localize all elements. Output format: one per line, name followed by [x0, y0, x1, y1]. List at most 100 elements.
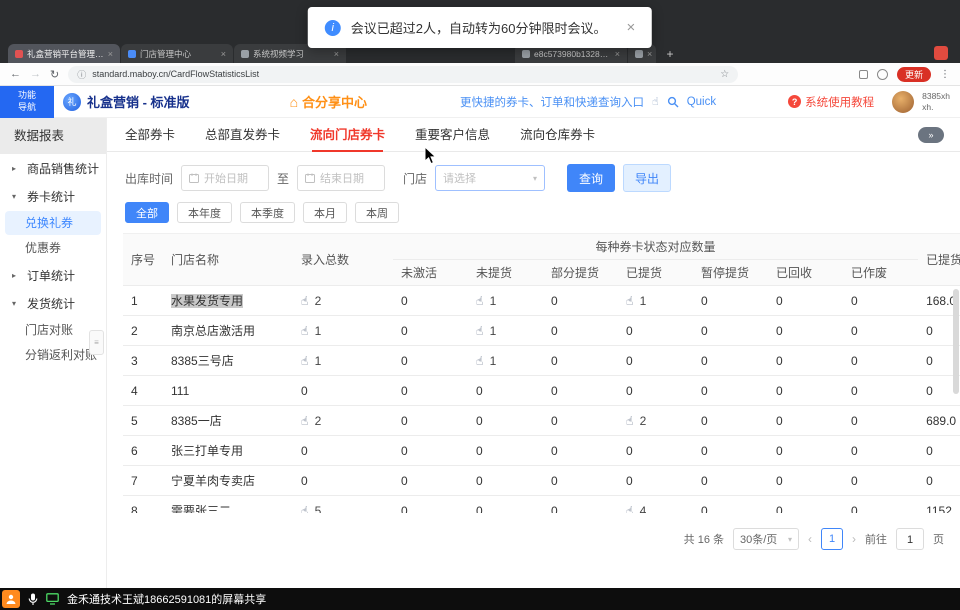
- hand-count-link[interactable]: ☝ 1: [476, 354, 496, 368]
- hand-count-link[interactable]: ☝ 1: [476, 294, 496, 308]
- end-date-input[interactable]: 结束日期: [297, 165, 385, 191]
- tab-close-icon[interactable]: ×: [647, 49, 652, 59]
- main-tabs: 全部券卡总部直发券卡流向门店券卡重要客户信息流向仓库券卡: [107, 118, 960, 152]
- store-select[interactable]: 请选择 ▾: [435, 165, 545, 191]
- toast-message: 会议已超过2人，自动转为60分钟限时会议。: [351, 18, 607, 37]
- quick-filter[interactable]: 本月: [303, 202, 347, 223]
- new-tab-button[interactable]: +: [661, 45, 679, 63]
- tab-close-icon[interactable]: ×: [615, 49, 620, 59]
- sidebar-group[interactable]: ▸订单统计: [0, 261, 106, 289]
- browser-avatar-icon[interactable]: [877, 69, 888, 80]
- quick-filter[interactable]: 本季度: [240, 202, 295, 223]
- function-nav-button[interactable]: 功能 导航: [0, 86, 54, 118]
- sidebar-group[interactable]: ▾券卡统计: [0, 182, 106, 210]
- info-icon: i: [325, 20, 341, 36]
- end-date-placeholder: 结束日期: [320, 170, 364, 186]
- sidebar-item[interactable]: 兑换礼券: [5, 211, 101, 235]
- browser-tab[interactable]: 门店管理中心×: [121, 44, 233, 63]
- sidebar-resize-handle[interactable]: ≡: [89, 330, 104, 355]
- search-icon[interactable]: [667, 96, 679, 108]
- hand-count-link[interactable]: ☝ 2: [301, 414, 321, 428]
- start-date-input[interactable]: 开始日期: [181, 165, 269, 191]
- user-avatar[interactable]: [892, 91, 914, 113]
- hand-count-link[interactable]: ☝ 5: [301, 504, 321, 514]
- browser-tab[interactable]: 礼盒营销平台管理中心×: [8, 44, 120, 63]
- main-tab[interactable]: 流向门店券卡: [310, 118, 385, 152]
- store-name-text: 宁夏羊肉专卖店: [171, 474, 255, 488]
- forward-icon[interactable]: →: [30, 68, 41, 80]
- page-size-value: 30条/页: [740, 531, 777, 547]
- hand-count-link[interactable]: ☝ 4: [626, 504, 646, 514]
- cell-total: ☝ 1: [293, 346, 393, 376]
- sidebar-group-label: 券卡统计: [27, 188, 75, 205]
- tab-favicon: [128, 50, 136, 58]
- table-scrollbar[interactable]: [953, 289, 959, 394]
- total-count: 共 16 条: [684, 531, 724, 547]
- quick-filter[interactable]: 本年度: [177, 202, 232, 223]
- tab-favicon: [241, 50, 249, 58]
- search-button[interactable]: 查询: [567, 164, 615, 192]
- quick-search-label[interactable]: Quick: [687, 96, 716, 108]
- browser-update-button[interactable]: 更新: [897, 67, 931, 82]
- toast-close-icon[interactable]: ×: [626, 19, 635, 36]
- next-page-button[interactable]: ›: [852, 532, 856, 546]
- page-size-select[interactable]: 30条/页 ▾: [733, 528, 799, 550]
- screen-share-bar: 金禾通技术王斌18662591081的屏幕共享: [0, 588, 960, 610]
- url-field[interactable]: ⓘ standard.maboy.cn/CardFlowStatisticsLi…: [68, 66, 738, 83]
- function-nav-line1: 功能: [18, 90, 36, 101]
- tutorial-link[interactable]: ? 系统使用教程: [788, 94, 874, 110]
- browser-menu-icon[interactable]: ⋮: [940, 69, 950, 80]
- sidebar-item[interactable]: 优惠券: [5, 236, 101, 260]
- page-number-button[interactable]: 1: [821, 528, 843, 550]
- chevron-down-icon: ▾: [788, 535, 792, 544]
- microphone-icon[interactable]: [28, 593, 38, 606]
- sidebar-group[interactable]: ▾发货统计: [0, 289, 106, 317]
- share-app-icon[interactable]: [2, 590, 20, 608]
- back-icon[interactable]: ←: [10, 68, 21, 80]
- reload-icon[interactable]: ↻: [50, 68, 59, 81]
- cell-status: 0: [843, 496, 918, 514]
- hand-count-link[interactable]: ☝ 1: [301, 324, 321, 338]
- col-status-3: 已提货: [618, 260, 693, 286]
- sidebar-item[interactable]: 分销返利对账: [5, 343, 101, 367]
- sidebar-item[interactable]: 门店对账: [5, 318, 101, 342]
- quick-filter[interactable]: 全部: [125, 202, 169, 223]
- main-tab[interactable]: 总部直发券卡: [205, 118, 280, 152]
- prev-page-button[interactable]: ‹: [808, 532, 812, 546]
- statistics-table-wrap: 序号 门店名称 录入总数 每种券卡状态对应数量 已提货金额 未激活 未提货 部分…: [123, 233, 960, 513]
- screen-share-icon[interactable]: [46, 593, 59, 605]
- main-tab[interactable]: 重要客户信息: [415, 118, 490, 152]
- hand-count-link[interactable]: ☝ 1: [626, 294, 646, 308]
- store-name-text: 8385三号店: [171, 354, 234, 368]
- browser-profile-badge[interactable]: [934, 46, 948, 60]
- quick-filter[interactable]: 本周: [355, 202, 399, 223]
- tab-close-icon[interactable]: ×: [108, 49, 113, 59]
- cell-status: 0: [693, 496, 768, 514]
- share-center-link[interactable]: ⌂ 合分享中心: [290, 92, 367, 111]
- hand-count-link[interactable]: ☝ 2: [626, 414, 646, 428]
- sidebar-group[interactable]: ▸商品销售统计: [0, 154, 106, 182]
- app-header: 功能 导航 礼 礼盒营销 - 标准版 ⌂ 合分享中心 更快捷的券卡、订单和快递查…: [0, 86, 960, 118]
- bookmark-star-icon[interactable]: ☆: [720, 69, 729, 80]
- pointer-hand-icon: ☝: [301, 294, 308, 308]
- goto-page-input[interactable]: 1: [896, 528, 924, 550]
- hand-count-link[interactable]: ☝ 1: [476, 324, 496, 338]
- export-button[interactable]: 导出: [623, 164, 671, 192]
- hand-count-link[interactable]: ☝ 2: [301, 294, 321, 308]
- hand-count-link[interactable]: ☝ 1: [301, 354, 321, 368]
- tab-favicon: [15, 50, 23, 58]
- main-tab[interactable]: 全部券卡: [125, 118, 175, 152]
- cell-status: 0: [843, 466, 918, 496]
- main-tab[interactable]: 流向仓库券卡: [520, 118, 595, 152]
- cell-total: ☝ 1: [293, 316, 393, 346]
- table-row: 1水果发货专用☝ 20☝ 10☝ 1000168.0: [123, 286, 960, 316]
- calendar-icon: [189, 173, 199, 183]
- collapse-panel-button[interactable]: »: [918, 127, 944, 143]
- tab-close-icon[interactable]: ×: [221, 49, 226, 59]
- pointer-hand-icon: ☝: [476, 354, 483, 368]
- screen: 礼盒营销平台管理中心×门店管理中心×系统视频学习×e8c573980b1328a…: [0, 0, 960, 610]
- site-info-icon[interactable]: ⓘ: [77, 68, 86, 81]
- extensions-icon[interactable]: [859, 70, 868, 79]
- col-status-5: 已回收: [768, 260, 843, 286]
- tab-close-icon[interactable]: ×: [334, 49, 339, 59]
